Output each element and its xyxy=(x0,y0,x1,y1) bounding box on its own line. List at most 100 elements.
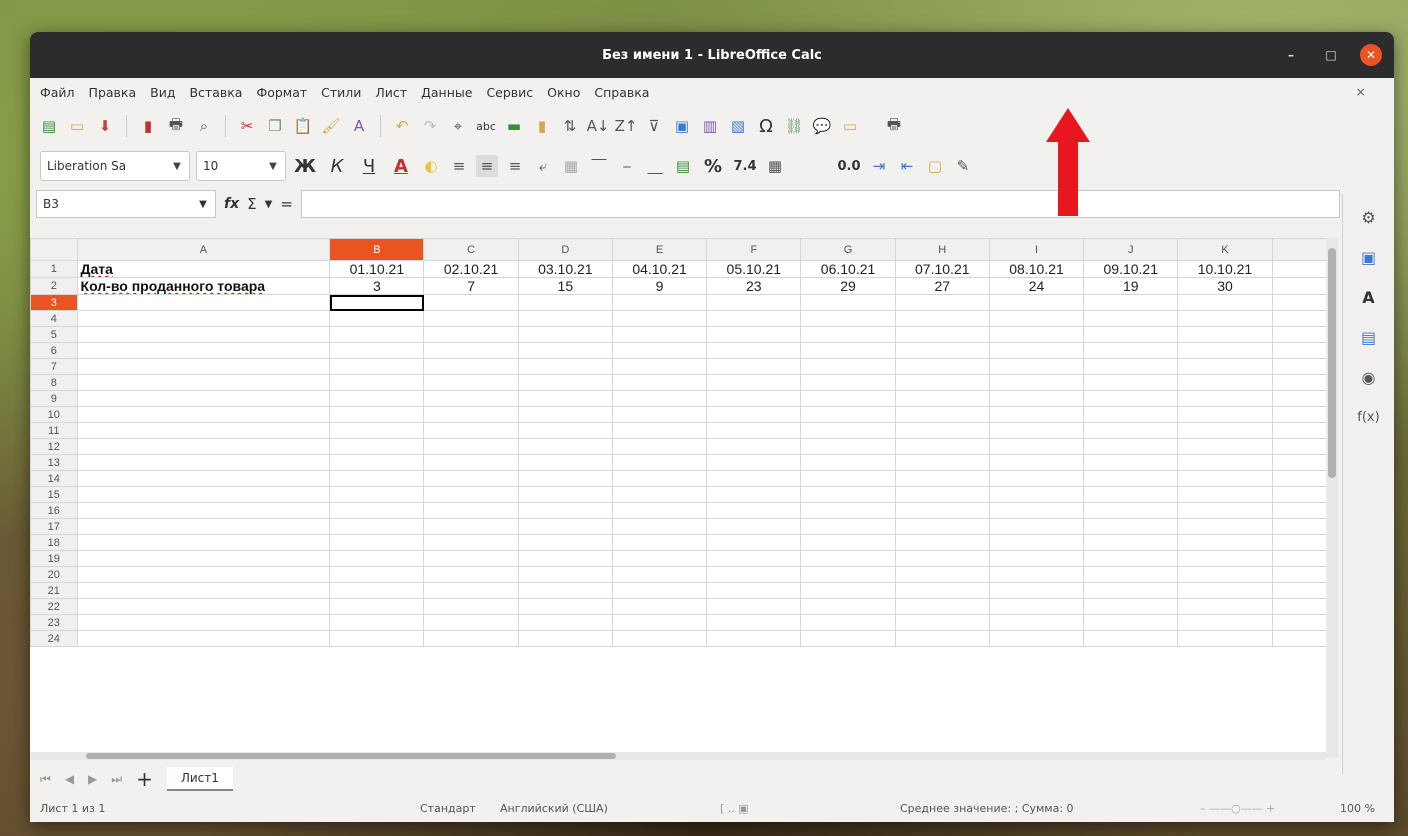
cell[interactable] xyxy=(1177,582,1273,599)
menu-window[interactable]: Окно xyxy=(547,85,580,100)
cell[interactable]: 19 xyxy=(1083,277,1179,295)
cell[interactable]: 05.10.21 xyxy=(706,260,802,278)
cell[interactable] xyxy=(988,342,1085,359)
insert-image-icon[interactable]: ▣ xyxy=(671,115,693,137)
cell[interactable] xyxy=(1177,438,1273,455)
function-wizard-icon[interactable]: fx xyxy=(224,196,239,212)
cell[interactable] xyxy=(329,326,425,343)
wrap-text-icon[interactable]: ⤶ xyxy=(532,155,554,177)
cell[interactable] xyxy=(1271,390,1330,407)
cell[interactable] xyxy=(894,310,990,327)
cell[interactable] xyxy=(517,550,613,567)
chevron-down-icon[interactable]: ▼ xyxy=(265,199,273,210)
cell[interactable]: 7 xyxy=(423,277,519,295)
cell[interactable] xyxy=(706,598,802,615)
font-color-button[interactable]: A xyxy=(388,156,414,177)
cell[interactable] xyxy=(329,518,425,535)
cell[interactable] xyxy=(611,390,708,407)
cell[interactable] xyxy=(1271,294,1330,311)
cell[interactable] xyxy=(800,550,896,567)
align-bottom-icon[interactable]: ⎽ xyxy=(644,155,666,177)
cell[interactable] xyxy=(1177,454,1273,471)
open-icon[interactable]: ▭ xyxy=(66,115,88,137)
row-header[interactable]: 8 xyxy=(30,374,78,391)
row-header[interactable]: 6 xyxy=(30,342,78,359)
cell[interactable] xyxy=(1177,358,1273,375)
cell[interactable] xyxy=(800,310,896,327)
add-sheet-button[interactable]: + xyxy=(136,767,153,791)
cell[interactable] xyxy=(611,518,708,535)
cell[interactable] xyxy=(1271,374,1330,391)
cell[interactable] xyxy=(329,566,425,583)
row-header[interactable]: 3 xyxy=(30,294,78,311)
cell[interactable] xyxy=(611,342,708,359)
cell[interactable] xyxy=(517,470,613,487)
merge-cells-icon[interactable]: ▦ xyxy=(560,155,582,177)
cell[interactable] xyxy=(1083,342,1179,359)
cell[interactable] xyxy=(423,582,519,599)
cell[interactable] xyxy=(611,406,708,423)
print-icon[interactable]: 🖶 xyxy=(165,115,187,137)
row-header[interactable]: 14 xyxy=(30,470,78,487)
save-icon[interactable]: ⬇ xyxy=(94,115,116,137)
cell[interactable] xyxy=(423,422,519,439)
row-header[interactable]: 10 xyxy=(30,406,78,423)
cell[interactable] xyxy=(517,358,613,375)
cell[interactable] xyxy=(611,310,708,327)
cell[interactable] xyxy=(1271,550,1330,567)
cell[interactable] xyxy=(894,502,990,519)
align-top-icon[interactable]: ⎺ xyxy=(588,155,610,177)
sort-descending-icon[interactable]: Z↑ xyxy=(615,115,638,137)
cell[interactable] xyxy=(76,486,331,503)
cell[interactable] xyxy=(894,326,990,343)
cell[interactable] xyxy=(1177,550,1273,567)
row-header[interactable]: 15 xyxy=(30,486,78,503)
cell[interactable] xyxy=(894,486,990,503)
cell[interactable] xyxy=(517,310,613,327)
cell[interactable] xyxy=(800,598,896,615)
menu-data[interactable]: Данные xyxy=(421,85,472,100)
vertical-scrollbar[interactable] xyxy=(1326,238,1338,758)
cell[interactable] xyxy=(894,550,990,567)
cell[interactable] xyxy=(988,454,1085,471)
column-header-k[interactable]: K xyxy=(1177,238,1273,261)
hyperlink-icon[interactable]: ⛓ xyxy=(783,115,805,137)
row-header[interactable]: 19 xyxy=(30,550,78,567)
tab-sheet1[interactable]: Лист1 xyxy=(166,767,233,791)
cell[interactable] xyxy=(611,358,708,375)
cell[interactable] xyxy=(894,614,990,631)
language[interactable]: Английский (США) xyxy=(500,802,720,815)
cell[interactable] xyxy=(988,630,1085,647)
cell[interactable] xyxy=(329,630,425,647)
cell[interactable] xyxy=(706,358,802,375)
column-header-h[interactable]: H xyxy=(894,238,990,261)
cell[interactable]: 27 xyxy=(894,277,990,295)
cell[interactable] xyxy=(517,502,613,519)
cell[interactable] xyxy=(894,406,990,423)
cell[interactable] xyxy=(517,582,613,599)
cell[interactable] xyxy=(1271,518,1330,535)
cell[interactable] xyxy=(423,550,519,567)
cell[interactable] xyxy=(1177,406,1273,423)
cell[interactable] xyxy=(76,390,331,407)
cell[interactable] xyxy=(706,438,802,455)
cell[interactable] xyxy=(1271,582,1330,599)
menu-sheet[interactable]: Лист xyxy=(375,85,407,100)
print-preview-icon[interactable]: ⌕ xyxy=(193,115,215,137)
cell[interactable] xyxy=(1271,630,1330,647)
zoom-level[interactable]: 100 % xyxy=(1340,802,1375,815)
cell[interactable] xyxy=(988,598,1085,615)
number-format-button[interactable]: 7.4 xyxy=(732,159,758,174)
chevron-down-icon[interactable]: ▼ xyxy=(261,161,285,172)
row-header[interactable]: 21 xyxy=(30,582,78,599)
cell[interactable]: 08.10.21 xyxy=(988,260,1085,278)
cell[interactable] xyxy=(1271,470,1330,487)
clear-formatting-icon[interactable]: A xyxy=(348,115,370,137)
cell[interactable] xyxy=(611,422,708,439)
special-character-icon[interactable]: Ω xyxy=(755,115,777,137)
cell[interactable] xyxy=(517,294,613,311)
cell[interactable] xyxy=(329,406,425,423)
minimize-button[interactable]: – xyxy=(1280,44,1302,66)
cell[interactable] xyxy=(1177,614,1273,631)
cell[interactable] xyxy=(800,470,896,487)
